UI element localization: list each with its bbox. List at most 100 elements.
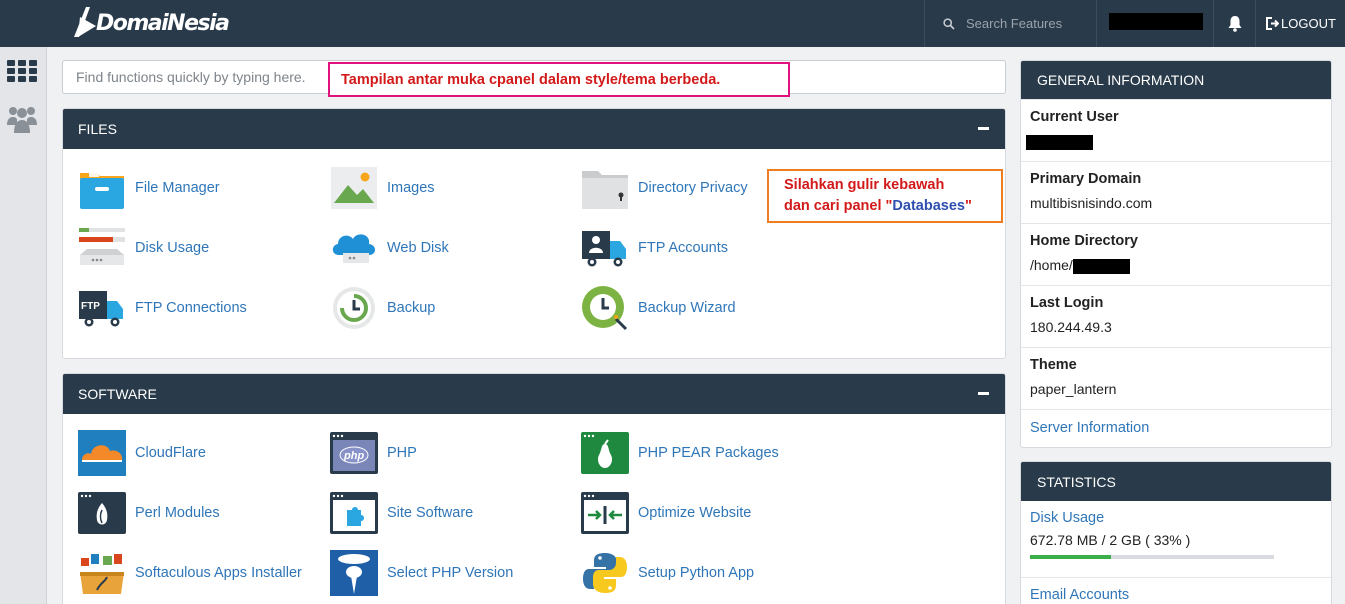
current-user-label: Current User xyxy=(1030,109,1119,125)
web-disk-link[interactable]: Web Disk xyxy=(329,226,449,270)
item-label: Perl Modules xyxy=(135,505,220,521)
backup-wizard-icon xyxy=(582,286,628,331)
item-label: CloudFlare xyxy=(135,445,206,461)
disk-usage-progress-fill xyxy=(1030,555,1111,559)
perl-modules-link[interactable]: Perl Modules xyxy=(77,491,220,535)
rail-home[interactable] xyxy=(6,57,38,85)
top-bar: DomaiNesia LOGOUT xyxy=(0,0,1345,47)
item-label: File Manager xyxy=(135,180,220,196)
web-disk-icon xyxy=(332,234,375,263)
last-login-value: 180.244.49.3 xyxy=(1030,319,1112,335)
databases-note-suffix: " xyxy=(964,198,972,214)
backup-icon xyxy=(333,287,375,329)
general-information-panel: GENERAL INFORMATION Current User Primary… xyxy=(1020,60,1332,448)
databases-annotation: Silahkan gulir kebawah dan cari panel "D… xyxy=(767,169,1003,223)
user-menu[interactable] xyxy=(1096,0,1214,47)
softaculous-link[interactable]: Softaculous Apps Installer xyxy=(77,551,302,595)
current-user-value xyxy=(1026,133,1322,150)
home-directory-row: Home Directory /home/ xyxy=(1021,223,1331,285)
ftp-connections-icon: FTP xyxy=(79,291,123,327)
collapse-icon[interactable] xyxy=(978,392,989,395)
php-icon: php xyxy=(330,432,378,474)
site-software-icon xyxy=(330,492,378,534)
primary-domain-label: Primary Domain xyxy=(1030,171,1142,187)
software-panel-header[interactable]: SOFTWARE xyxy=(63,374,1005,414)
theme-label: Theme xyxy=(1030,357,1077,373)
databases-note-line1: Silahkan gulir kebawah xyxy=(784,177,945,193)
optimize-website-link[interactable]: Optimize Website xyxy=(580,491,751,535)
item-label: Backup xyxy=(387,300,436,316)
notifications-button[interactable] xyxy=(1214,0,1256,47)
statistics-panel: STATISTICS Disk Usage 672.78 MB / 2 GB (… xyxy=(1020,461,1332,604)
search-icon xyxy=(943,17,955,30)
redacted-username xyxy=(1109,13,1203,30)
optimize-website-icon xyxy=(581,492,629,534)
item-label: Select PHP Version xyxy=(387,565,514,581)
theme-value: paper_lantern xyxy=(1030,381,1117,397)
perl-modules-icon xyxy=(78,492,126,534)
feature-search-input[interactable] xyxy=(966,16,1096,31)
directory-privacy-link[interactable]: Directory Privacy xyxy=(580,166,748,210)
item-label: Directory Privacy xyxy=(638,180,748,196)
primary-domain-value: multibisnisindo.com xyxy=(1030,195,1153,211)
files-panel: FILES File Manager Images Directory Priv… xyxy=(62,108,1006,359)
item-label: Setup Python App xyxy=(638,565,755,581)
last-login-label: Last Login xyxy=(1030,295,1104,311)
php-pear-link[interactable]: PHP PEAR Packages xyxy=(580,431,779,475)
software-panel: SOFTWARE CloudFlare php PHP PHP PEAR Pac… xyxy=(62,373,1006,604)
setup-python-app-link[interactable]: Setup Python App xyxy=(580,551,754,595)
primary-domain-row: Primary Domain multibisnisindo.com xyxy=(1021,161,1331,223)
images-link[interactable]: Images xyxy=(329,166,435,210)
file-manager-link[interactable]: File Manager xyxy=(77,166,220,210)
cloudflare-link[interactable]: CloudFlare xyxy=(77,430,206,476)
php-pear-icon xyxy=(581,432,629,474)
quick-search-input[interactable] xyxy=(63,61,318,93)
email-accounts-stat-link[interactable]: Email Accounts xyxy=(1030,587,1322,603)
cloudflare-icon xyxy=(78,430,126,476)
rail-users[interactable] xyxy=(6,105,38,133)
software-panel-title: SOFTWARE xyxy=(78,386,157,402)
redacted-username xyxy=(1026,134,1093,150)
item-label: Web Disk xyxy=(387,240,449,256)
disk-usage-stat-value: 672.78 MB / 2 GB ( 33% ) xyxy=(1030,532,1191,548)
images-icon xyxy=(331,167,377,209)
files-panel-header[interactable]: FILES xyxy=(63,109,1005,149)
general-information-title: GENERAL INFORMATION xyxy=(1021,61,1331,99)
databases-note-prefix: dan cari panel " xyxy=(784,198,893,214)
item-label: FTP Accounts xyxy=(638,240,728,256)
brand-logo[interactable]: DomaiNesia xyxy=(70,3,230,43)
collapse-icon[interactable] xyxy=(978,127,989,130)
disk-usage-icon xyxy=(79,228,125,265)
file-manager-icon xyxy=(80,171,124,209)
bell-icon xyxy=(1228,16,1241,32)
databases-note-line2: dan cari panel "Databases" xyxy=(784,196,1001,217)
site-software-link[interactable]: Site Software xyxy=(329,491,473,535)
backup-link[interactable]: Backup xyxy=(329,286,435,330)
server-information-link[interactable]: Server Information xyxy=(1030,420,1149,436)
item-label: Backup Wizard xyxy=(638,300,736,316)
home-grid-icon xyxy=(7,60,37,82)
feature-search xyxy=(924,0,1096,47)
current-user-row: Current User xyxy=(1021,99,1331,161)
php-link[interactable]: php PHP xyxy=(329,431,417,475)
select-php-version-link[interactable]: Select PHP Version xyxy=(329,550,514,596)
home-directory-value: /home/ xyxy=(1030,257,1322,274)
statistics-title: STATISTICS xyxy=(1021,462,1331,501)
python-icon xyxy=(583,553,627,593)
brand-name: DomaiNesia xyxy=(96,10,230,36)
ftp-connections-link[interactable]: FTP FTP Connections xyxy=(77,286,247,330)
redacted-home-directory xyxy=(1072,258,1130,274)
disk-usage-link[interactable]: Disk Usage xyxy=(77,226,209,270)
server-information-row: Server Information xyxy=(1021,409,1331,436)
backup-wizard-link[interactable]: Backup Wizard xyxy=(580,286,736,331)
item-label: PHP PEAR Packages xyxy=(638,445,779,461)
disk-usage-stat-link[interactable]: Disk Usage xyxy=(1030,510,1322,526)
item-label: Softaculous Apps Installer xyxy=(135,565,302,581)
item-label: FTP Connections xyxy=(135,300,247,316)
ftp-accounts-link[interactable]: FTP Accounts xyxy=(580,226,728,270)
last-login-row: Last Login 180.244.49.3 xyxy=(1021,285,1331,347)
item-label: Images xyxy=(387,180,435,196)
logout-icon xyxy=(1266,17,1279,30)
files-panel-title: FILES xyxy=(78,121,117,137)
logout-button[interactable]: LOGOUT xyxy=(1266,0,1336,47)
